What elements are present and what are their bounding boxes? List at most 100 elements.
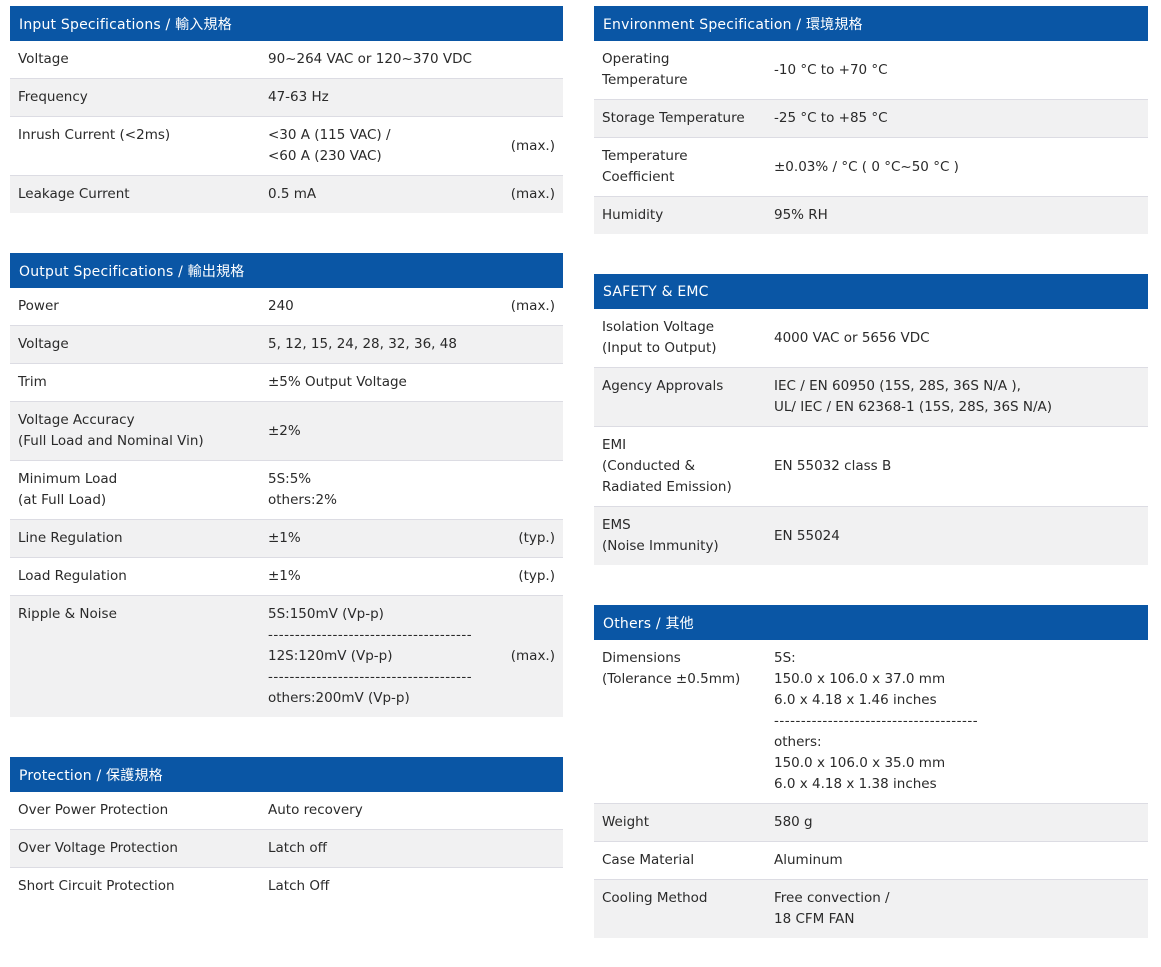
spec-row-over-voltage-protection: Over Voltage ProtectionLatch off [10, 830, 563, 868]
row-label: Line Regulation [10, 520, 268, 558]
label-line: (Conducted & [602, 456, 766, 477]
row-value: Latch Off [268, 868, 563, 906]
row-label: TemperatureCoefficient [594, 138, 774, 197]
section-title: Others / 其他 [603, 613, 694, 633]
row-value: EN 55032 class B [774, 427, 1148, 507]
value-line: 150.0 x 106.0 x 35.0 mm [774, 753, 1140, 774]
row-value: Free convection /18 CFM FAN [774, 880, 1148, 939]
spec-row-power: Power240(max.) [10, 288, 563, 326]
value-line: IEC / EN 60950 (15S, 28S, 36S N/A ), [774, 376, 1140, 397]
row-value: -25 °C to +85 °C [774, 100, 1148, 138]
section-title: Input Specifications / 輸入規格 [19, 14, 232, 34]
value-line: -10 °C to +70 °C [774, 60, 1140, 81]
value-line: 5S: [774, 648, 1140, 669]
spec-row-inrush-current-2ms: Inrush Current (<2ms)<30 A (115 VAC) /<6… [10, 117, 563, 176]
row-label: EMI(Conducted &Radiated Emission) [594, 427, 774, 507]
note-text: (max.) [511, 186, 555, 202]
value-line: ±5% Output Voltage [268, 372, 485, 393]
section-others: Others / 其他 Dimensions(Tolerance ±0.5mm)5… [594, 605, 1148, 938]
row-value: EN 55024 [774, 507, 1148, 566]
section-header: Output Specifications / 輸出規格 [10, 253, 563, 288]
row-value: 4000 VAC or 5656 VDC [774, 309, 1148, 368]
note-text: (typ.) [518, 568, 555, 584]
row-value: 5S:150.0 x 106.0 x 37.0 mm6.0 x 4.18 x 1… [774, 640, 1148, 804]
row-value: 95% RH [774, 197, 1148, 235]
label-line: Short Circuit Protection [18, 876, 260, 897]
row-note: (max.) [493, 117, 563, 176]
label-line: Dimensions [602, 648, 766, 669]
row-value: ±1% [268, 520, 493, 558]
section-title: Environment Specification / 環境規格 [603, 14, 863, 34]
row-note [493, 41, 563, 79]
row-value: 240 [268, 288, 493, 326]
label-line: Agency Approvals [602, 376, 766, 397]
value-line: ±1% [268, 566, 485, 587]
spec-row-over-power-protection: Over Power Protection Auto recovery [10, 792, 563, 830]
spec-row-short-circuit-protection: Short Circuit Protection Latch Off [10, 868, 563, 906]
row-value: IEC / EN 60950 (15S, 28S, 36S N/A ),UL/ … [774, 368, 1148, 427]
label-line: Humidity [602, 205, 766, 226]
row-label: EMS(Noise Immunity) [594, 507, 774, 566]
row-note: (max.) [493, 288, 563, 326]
row-label: Over Voltage Protection [10, 830, 268, 868]
label-line: Operating [602, 49, 766, 70]
row-value: <30 A (115 VAC) /<60 A (230 VAC) [268, 117, 493, 176]
spec-table: OperatingTemperature-10 °C to +70 °CStor… [594, 41, 1148, 234]
value-line: 95% RH [774, 205, 1140, 226]
row-value: -10 °C to +70 °C [774, 41, 1148, 100]
spec-row-storage-temperature: Storage Temperature-25 °C to +85 °C [594, 100, 1148, 138]
value-line: Aluminum [774, 850, 1140, 871]
row-label: Minimum Load(at Full Load) [10, 461, 268, 520]
row-note: (typ.) [493, 520, 563, 558]
section-header: Others / 其他 [594, 605, 1148, 640]
value-line: 0.5 mA [268, 184, 485, 205]
row-note [493, 461, 563, 520]
section-header: Protection / 保護規格 [10, 757, 563, 792]
row-value: ±2% [268, 402, 493, 461]
value-line: Free convection / [774, 888, 1140, 909]
spec-row-emi: EMI(Conducted &Radiated Emission)EN 5503… [594, 427, 1148, 507]
section-protection: Protection / 保護規格 Over Power Protection Au… [10, 757, 563, 905]
section-title: Protection / 保護規格 [19, 765, 163, 785]
row-label: Frequency [10, 79, 268, 117]
row-value: 5, 12, 15, 24, 28, 32, 36, 48 [268, 326, 493, 364]
spec-table: Power240(max.)Voltage5, 12, 15, 24, 28, … [10, 288, 563, 717]
row-value: Auto recovery [268, 792, 563, 830]
value-line: 580 g [774, 812, 1140, 833]
spec-row-case-material: Case Material Aluminum [594, 842, 1148, 880]
label-line: Coefficient [602, 167, 766, 188]
value-line: Latch off [268, 838, 555, 859]
value-line: <60 A (230 VAC) [268, 146, 485, 167]
spec-table: Dimensions(Tolerance ±0.5mm)5S:150.0 x 1… [594, 640, 1148, 938]
row-label: Voltage Accuracy(Full Load and Nominal V… [10, 402, 268, 461]
note-text: (max.) [511, 138, 555, 154]
value-line: others:200mV (Vp-p) [268, 688, 485, 709]
value-line: <30 A (115 VAC) / [268, 125, 485, 146]
label-line: Over Power Protection [18, 800, 260, 821]
spec-table: Over Power Protection Auto recoveryOver V… [10, 792, 563, 905]
section-title: Output Specifications / 輸出規格 [19, 261, 244, 281]
row-label: Humidity [594, 197, 774, 235]
label-line: Trim [18, 372, 260, 393]
label-line: Case Material [602, 850, 766, 871]
row-note [493, 364, 563, 402]
label-line: Temperature [602, 70, 766, 91]
spec-row-isolation-voltage: Isolation Voltage(Input to Output)4000 V… [594, 309, 1148, 368]
section-output-specifications: Output Specifications / 輸出規格 Power240(max… [10, 253, 563, 717]
row-label: Isolation Voltage(Input to Output) [594, 309, 774, 368]
row-label: Ripple & Noise [10, 596, 268, 718]
section-safety-emc: SAFETY & EMCIsolation Voltage(Input to O… [594, 274, 1148, 565]
value-line: 47-63 Hz [268, 87, 485, 108]
value-line: 150.0 x 106.0 x 37.0 mm [774, 669, 1140, 690]
value-line: 18 CFM FAN [774, 909, 1140, 930]
value-line: EN 55032 class B [774, 456, 1140, 477]
row-value: 5S:150mV (Vp-p)-------------------------… [268, 596, 493, 718]
row-label: OperatingTemperature [594, 41, 774, 100]
value-line: UL/ IEC / EN 62368-1 (15S, 28S, 36S N/A) [774, 397, 1140, 418]
spec-row-humidity: Humidity 95% RH [594, 197, 1148, 235]
row-note [493, 79, 563, 117]
left-column: Input Specifications / 輸入規格Voltage90~264… [10, 6, 563, 905]
row-note: (max.) [493, 176, 563, 214]
value-line: 5, 12, 15, 24, 28, 32, 36, 48 [268, 334, 485, 355]
spec-row-ems: EMS(Noise Immunity)EN 55024 [594, 507, 1148, 566]
